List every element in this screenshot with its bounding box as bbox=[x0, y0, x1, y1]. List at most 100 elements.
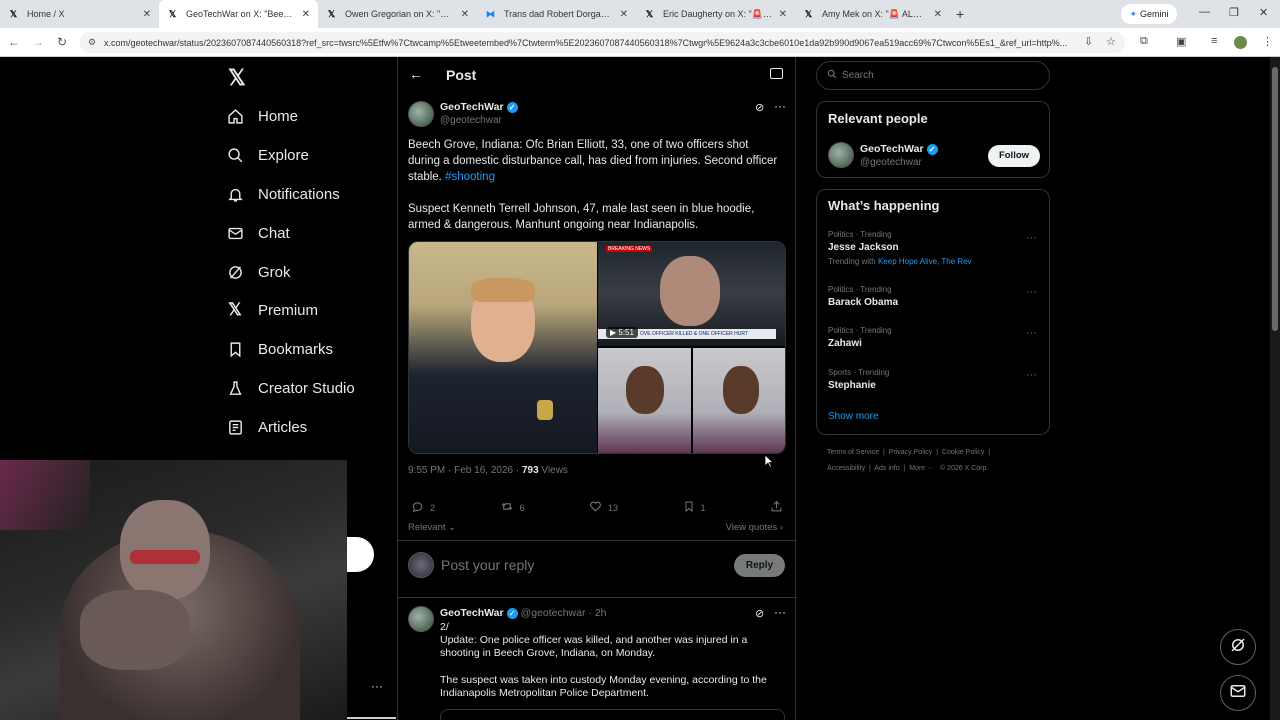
close-tab-icon[interactable]: ✕ bbox=[461, 9, 469, 20]
footer-terms[interactable]: Terms of Service bbox=[827, 449, 879, 456]
scrollbar-thumb[interactable] bbox=[1272, 67, 1278, 331]
reply-author-handle[interactable]: @geotechwar bbox=[521, 607, 586, 619]
close-tab-icon[interactable]: ✕ bbox=[779, 9, 787, 20]
trend-item[interactable]: Politics · Trending Barack Obama bbox=[828, 285, 898, 308]
bookmark-star-icon[interactable]: ☆ bbox=[1106, 35, 1116, 48]
nav-grok[interactable]: Grok bbox=[226, 260, 291, 284]
suspect-photo-front[interactable] bbox=[598, 348, 691, 453]
footer-accessibility[interactable]: Accessibility bbox=[827, 465, 865, 472]
mail-icon bbox=[226, 224, 244, 242]
grok-explain-icon[interactable]: ⊘ bbox=[755, 607, 764, 620]
install-icon[interactable]: ⇩ bbox=[1084, 35, 1093, 48]
footer-privacy[interactable]: Privacy Policy bbox=[889, 449, 933, 456]
close-tab-icon[interactable]: ✕ bbox=[934, 9, 942, 20]
search-input[interactable]: Search bbox=[816, 61, 1050, 90]
grok-icon bbox=[226, 263, 244, 281]
person-avatar[interactable] bbox=[828, 142, 854, 168]
suspect-photo-side[interactable] bbox=[693, 348, 785, 453]
browser-tab[interactable]: 𝕏 Eric Daugherty on X: "🚨 BREA ✕ bbox=[636, 0, 795, 28]
reply-text-3: The suspect was taken into custody Monda… bbox=[440, 674, 767, 699]
browser-tab[interactable]: 𝕏 Owen Gregorian on X: "BREAKI ✕ bbox=[318, 0, 477, 28]
news-video-thumbnail[interactable]: BREAKING NEWS OVE OFFICER KILLED & ONE O… bbox=[598, 242, 785, 346]
sort-relevant-dropdown[interactable]: Relevant ⌄ bbox=[408, 522, 456, 533]
nav-home[interactable]: Home bbox=[226, 104, 298, 128]
view-quotes-link[interactable]: View quotes › bbox=[726, 522, 783, 533]
trend-name: Zahawi bbox=[828, 338, 862, 349]
browser-tab[interactable]: 𝕏 Amy Mek on X: "🚨 ALERT TEXA ✕ bbox=[795, 0, 950, 28]
reply-author-name[interactable]: GeoTechWar bbox=[440, 607, 504, 619]
grok-float-button[interactable] bbox=[1220, 629, 1256, 665]
author-name[interactable]: GeoTechWar ✓ bbox=[440, 101, 518, 113]
reader-view-icon[interactable] bbox=[770, 68, 783, 79]
reply-time[interactable]: · 2h bbox=[588, 607, 606, 619]
browser-menu-icon[interactable]: ⋮ bbox=[1262, 35, 1273, 48]
extensions-icon[interactable]: ⧉ bbox=[1140, 35, 1148, 48]
nav-premium[interactable]: 𝕏 Premium bbox=[226, 298, 318, 322]
media-icon[interactable]: ≡ bbox=[1211, 35, 1217, 47]
sidepanel-icon[interactable]: ▣ bbox=[1176, 35, 1186, 48]
share-action[interactable] bbox=[770, 500, 783, 515]
new-tab-icon[interactable]: + bbox=[956, 6, 964, 22]
follow-button[interactable]: Follow bbox=[988, 145, 1040, 167]
trend-more-icon[interactable]: ··· bbox=[1026, 327, 1037, 339]
timestamp-text[interactable]: 9:55 PM · Feb 16, 2026 · bbox=[408, 465, 519, 476]
person-handle[interactable]: @geotechwar bbox=[860, 157, 922, 168]
post-media-grid[interactable]: BREAKING NEWS OVE OFFICER KILLED & ONE O… bbox=[408, 241, 786, 454]
reload-icon[interactable]: ↻ bbox=[50, 35, 74, 49]
nav-explore[interactable]: Explore bbox=[226, 143, 309, 167]
show-more-link[interactable]: Show more bbox=[828, 411, 879, 422]
more-options-icon[interactable]: ··· bbox=[774, 99, 786, 113]
profile-avatar-icon[interactable] bbox=[1234, 36, 1247, 49]
trend-more-icon[interactable]: ··· bbox=[1026, 286, 1037, 298]
gemini-button[interactable]: ✦ Gemini bbox=[1121, 4, 1177, 24]
trend-item[interactable]: Politics · Trending Zahawi bbox=[828, 326, 892, 349]
nav-bookmarks[interactable]: Bookmarks bbox=[226, 337, 333, 361]
person-name[interactable]: GeoTechWar ✓ bbox=[860, 143, 938, 155]
grok-explain-icon[interactable]: ⊘ bbox=[755, 101, 764, 114]
back-arrow-icon[interactable]: ← bbox=[409, 66, 423, 82]
trend-item[interactable]: Sports · Trending Stephanie bbox=[828, 368, 889, 391]
close-tab-icon[interactable]: ✕ bbox=[620, 9, 628, 20]
restore-icon[interactable]: ❐ bbox=[1229, 6, 1239, 19]
nav-articles[interactable]: Articles bbox=[226, 415, 307, 439]
url-text: x.com/geotechwar/status/2023607087440560… bbox=[104, 37, 1068, 48]
trend-item[interactable]: Politics · Trending Jesse Jackson Trendi… bbox=[828, 230, 972, 266]
more-dots-icon[interactable]: ··· bbox=[371, 679, 383, 693]
trend-more-icon[interactable]: ··· bbox=[1026, 369, 1037, 381]
nav-notifications[interactable]: Notifications bbox=[226, 182, 340, 206]
more-options-icon[interactable]: ··· bbox=[774, 605, 786, 619]
trend-with-links[interactable]: Keep Hope Alive, The Rev bbox=[878, 257, 972, 266]
url-field[interactable]: ⚙ x.com/geotechwar/status/20236070874405… bbox=[80, 32, 1125, 53]
browser-tab-active[interactable]: 𝕏 GeoTechWar on X: "Beech Grov ✕ bbox=[159, 0, 318, 28]
browser-tab[interactable]: ⧓ Trans dad Robert Dorgan shoot ✕ bbox=[477, 0, 636, 28]
like-action[interactable]: 13 bbox=[589, 500, 618, 515]
close-window-icon[interactable]: ✕ bbox=[1259, 6, 1268, 19]
bookmark-action[interactable]: 1 bbox=[683, 500, 706, 515]
hashtag-link[interactable]: #shooting bbox=[445, 171, 495, 183]
close-tab-icon[interactable]: ✕ bbox=[302, 9, 310, 20]
messages-float-button[interactable] bbox=[1220, 675, 1256, 711]
repost-action[interactable]: 6 bbox=[500, 500, 525, 515]
x-logo-icon[interactable]: 𝕏 bbox=[228, 65, 246, 91]
site-info-icon[interactable]: ⚙ bbox=[88, 37, 96, 48]
footer-more[interactable]: More ··· bbox=[909, 465, 934, 472]
officer-photo[interactable] bbox=[409, 242, 597, 453]
footer-cookie[interactable]: Cookie Policy bbox=[942, 449, 984, 456]
minimize-icon[interactable]: — bbox=[1199, 6, 1210, 18]
reply-input[interactable]: Post your reply bbox=[441, 557, 721, 573]
trend-more-icon[interactable]: ··· bbox=[1026, 232, 1037, 244]
video-duration-badge: ▶ 5:51 bbox=[606, 327, 638, 338]
footer-ads[interactable]: Ads info bbox=[874, 465, 899, 472]
author-avatar[interactable] bbox=[408, 101, 434, 127]
browser-tab[interactable]: 𝕏 Home / X ✕ bbox=[0, 0, 159, 28]
page-scrollbar[interactable] bbox=[1270, 57, 1280, 720]
close-tab-icon[interactable]: ✕ bbox=[143, 9, 151, 20]
author-handle[interactable]: @geotechwar bbox=[440, 115, 502, 126]
reply-author-avatar[interactable] bbox=[408, 606, 434, 632]
forward-icon[interactable]: → bbox=[26, 35, 50, 49]
nav-creator-studio[interactable]: Creator Studio bbox=[226, 376, 355, 400]
back-icon[interactable]: ← bbox=[2, 35, 26, 49]
nav-chat[interactable]: Chat bbox=[226, 221, 290, 245]
reply-button[interactable]: Reply bbox=[734, 554, 785, 577]
reply-action[interactable]: 2 bbox=[411, 500, 435, 515]
